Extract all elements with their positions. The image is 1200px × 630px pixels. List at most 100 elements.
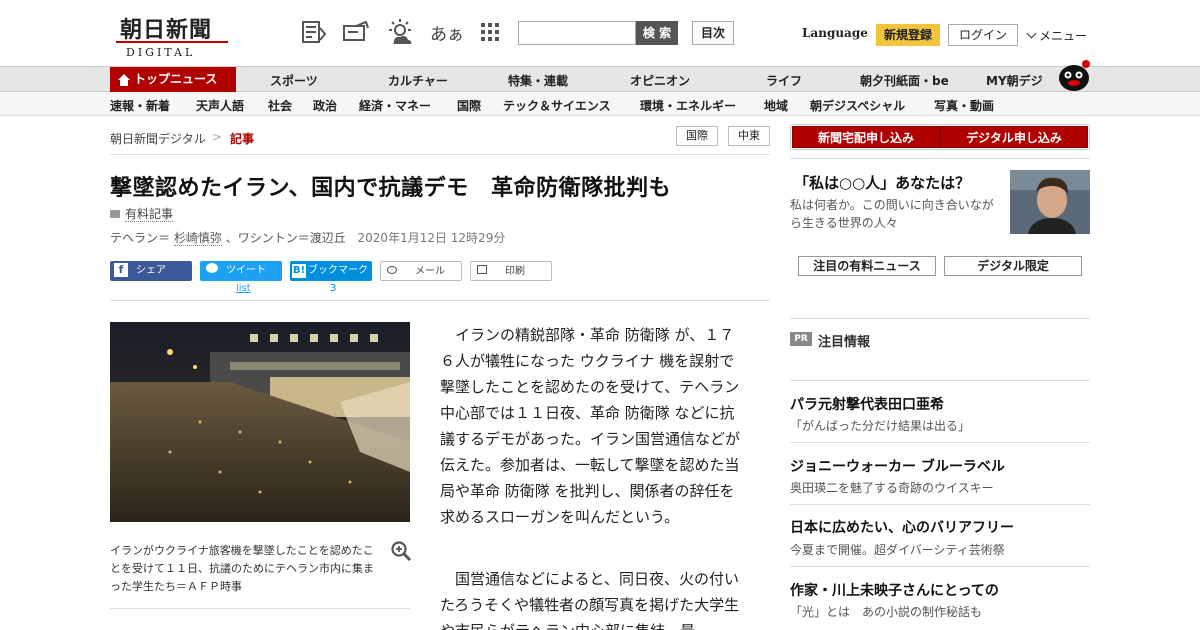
article-byline: テヘラン＝ 杉崎慎弥 、ワシントン＝渡辺丘 2020年1月12日 12時29分 [110,229,505,246]
paid-article-label: 有料記事 [110,205,174,222]
nav-environment[interactable]: 環境・エネルギー [640,97,736,114]
pr-item-sub: 「光」とは あの小説の制作秘話も [790,605,983,619]
divider [790,566,1090,567]
divider [790,380,1090,381]
hatena-bookmark-count[interactable]: 3 [330,283,336,294]
breadcrumb-home[interactable]: 朝日新聞デジタル [110,130,206,147]
breadcrumb-current: 記事 [230,132,255,146]
grid-menu-icon[interactable] [476,18,504,46]
register-button[interactable]: 新規登録 [876,24,940,46]
photo-caption: イランがウクライナ旅客機を撃墜したことを認めたことを受けて１１日、抗議のためにテ… [110,544,374,593]
print-button[interactable]: 印刷 [470,261,552,281]
promo-image[interactable] [1010,170,1090,234]
asahi-logo[interactable]: 朝日新聞 DIGITAL [112,10,232,59]
nav-tech[interactable]: テック＆サイエンス [503,97,611,114]
pr-badge: PR [790,332,812,346]
digital-subscribe-button[interactable]: デジタル申し込み [940,126,1088,148]
nav-tenseijingo[interactable]: 天声人語 [196,97,244,114]
mascot-icon[interactable] [1056,58,1092,92]
logo-subtext: DIGITAL [126,46,196,59]
chevron-down-icon [1026,28,1037,39]
byline-prefix: テヘラン＝ [110,231,171,245]
promo-text: 私は何者か。この問いに向き合いながら生きる世界の人々 [790,198,994,230]
article-paragraph-1: イランの精鋭部隊・革命 防衛隊 が、１７６人が犠牲になった ウクライナ 機を誤射… [440,326,741,526]
pr-item-sub: 今夏まで開催。超ダイバーシティ芸術祭 [790,543,1005,557]
nav-international[interactable]: 国際 [457,97,481,114]
divider [110,300,770,301]
article-date: 2020年1月12日 12時29分 [357,231,506,245]
paid-label-text: 有料記事 [125,207,174,222]
pr-item-title[interactable]: ジョニーウォーカー ブルーラベル [790,456,1005,476]
search-button[interactable]: 検 索 [636,21,678,45]
lock-icon [110,210,120,218]
hatena-bookmark-button[interactable]: B! ブックマーク [290,261,372,281]
pr-section-title: 注目情報 [818,335,871,350]
byline-author-link[interactable]: 杉崎慎弥 [173,231,222,246]
breadcrumb-separator: > [212,130,223,144]
divider [790,318,1090,319]
nav-life[interactable]: ライフ [766,72,802,89]
newspaper-icon[interactable] [300,18,328,46]
nav-opinion[interactable]: オピニオン [630,72,690,89]
nav-top-news[interactable]: トップニュース [110,67,236,92]
pr-item-sub: 奥田瑛二を魅了する奇跡のウイスキー [790,481,994,495]
mail-share-label: メール [415,266,445,277]
article-photo[interactable] [110,322,410,522]
hatena-bookmark-label: ブックマーク [308,265,368,276]
newspaper-subscribe-button[interactable]: 新聞宅配申し込み [792,126,940,148]
facebook-icon: f [114,263,128,277]
menu-label: メニュー [1039,29,1088,43]
digital-only-button[interactable]: デジタル限定 [944,256,1082,276]
secondary-nav: 速報・新着 天声人語 社会 政治 経済・マネー 国際 テック＆サイエンス 環境・… [0,92,1200,116]
logo-text: 朝日新聞 [120,17,213,43]
facebook-share-label: シェア [136,265,166,276]
tag-international[interactable]: 国際 [676,126,718,146]
toc-button[interactable]: 目次 [692,21,734,45]
nav-top-label: トップニュース [134,72,218,86]
twitter-share-button[interactable]: ツイート [200,261,282,281]
nav-photo-video[interactable]: 写真・動画 [934,97,994,114]
login-button[interactable]: ログイン [948,24,1018,46]
mail-share-button[interactable]: メール [380,261,462,281]
weather-icon[interactable] [386,18,414,46]
pr-item-title[interactable]: 作家・川上未映子さんにとっての [790,580,999,600]
divider [110,154,770,155]
pr-item-title[interactable]: 日本に広めたい、心のバリアフリー [790,517,1014,537]
nav-politics[interactable]: 政治 [313,97,337,114]
nav-society[interactable]: 社会 [268,97,292,114]
menu-button[interactable]: メニュー [1026,27,1088,44]
site-header: 朝日新聞 DIGITAL あぁ 検 索 目次 Language 新規登録 ログイ… [0,0,1200,66]
twitter-list-link[interactable]: list [236,283,251,294]
twitter-icon [206,263,218,273]
nav-features[interactable]: 特集・連載 [508,72,568,89]
nav-my-asadigi[interactable]: MY朝デジ [986,72,1043,89]
print-label: 印刷 [505,266,525,277]
mail-icon [387,266,397,274]
article-paragraph-2: 国営通信などによると、同日夜、火の付いたろうそくや犠牲者の顔写真を掲げた大学生や… [440,570,740,630]
language-link[interactable]: Language [802,26,868,40]
nav-culture[interactable]: カルチャー [388,72,448,89]
nav-special[interactable]: 朝デジスペシャル [810,97,905,114]
pr-item-title[interactable]: パラ元射撃代表田口亜希 [790,394,944,414]
print-icon [477,265,487,274]
zoom-icon[interactable] [390,540,412,562]
tag-middle-east[interactable]: 中東 [728,126,770,146]
search-input[interactable] [518,21,636,45]
facebook-share-button[interactable]: f シェア [110,261,192,281]
nav-breaking[interactable]: 速報・新着 [110,97,170,114]
logo-underline [116,41,228,43]
divider [790,158,1090,159]
font-size-toggle[interactable]: あぁ [430,20,464,45]
promo-title[interactable]: 「私は○○人」あなたは？ [794,172,970,193]
home-icon-base [120,80,128,86]
coupon-icon[interactable] [342,18,370,46]
primary-nav: トップニュース スポーツ カルチャー 特集・連載 オピニオン ライフ 朝夕刊紙面… [0,66,1200,92]
featured-paid-news-button[interactable]: 注目の有料ニュース [798,256,936,276]
pr-item-sub: 「がんばった分だけ結果は出る」 [790,419,971,433]
nav-sports[interactable]: スポーツ [270,72,318,89]
divider [790,442,1090,443]
hatena-icon: B! [292,264,306,278]
nav-regional[interactable]: 地域 [764,97,788,114]
nav-economy[interactable]: 経済・マネー [359,97,431,114]
nav-paper[interactable]: 朝夕刊紙面・be [860,72,949,89]
